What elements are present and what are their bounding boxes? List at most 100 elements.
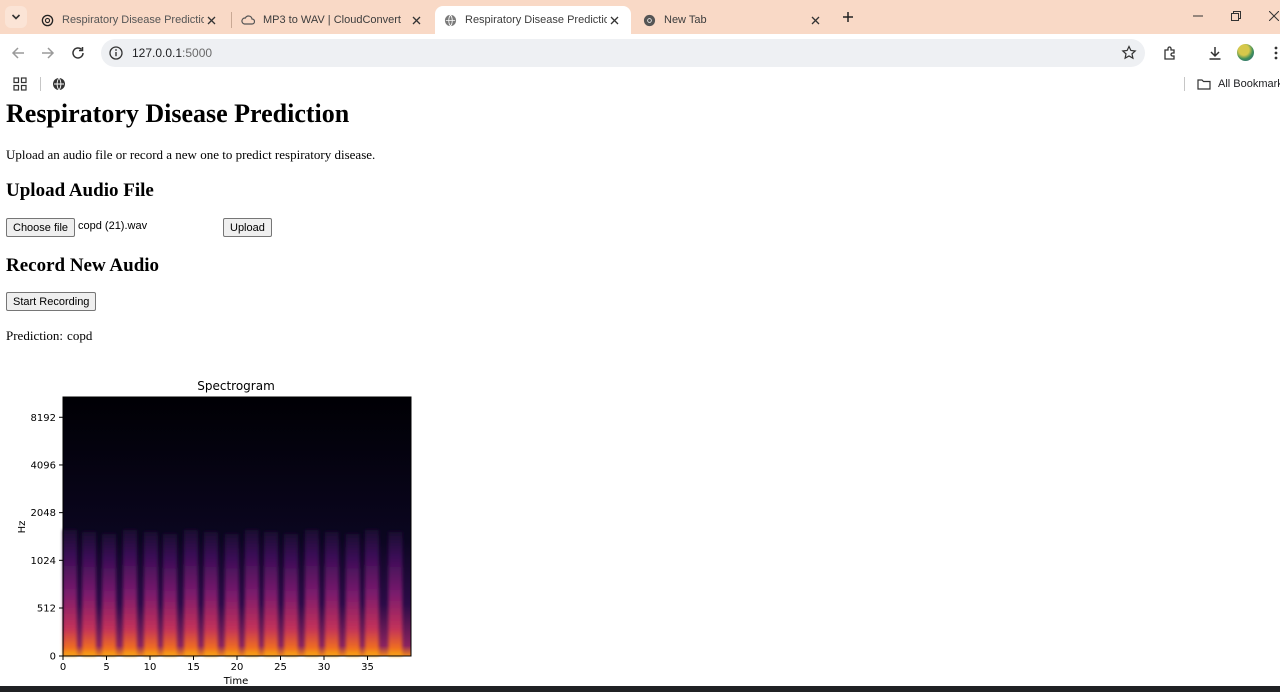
x-tick-label: 10 bbox=[144, 662, 157, 673]
y-tick-label: 512 bbox=[37, 604, 56, 615]
prediction-label: Prediction: bbox=[6, 328, 64, 343]
bookmarks-divider bbox=[1184, 77, 1185, 91]
arrow-left-icon bbox=[11, 47, 24, 59]
taskbar-edge bbox=[0, 686, 1280, 692]
browser-toolbar: 127.0.0.1:5000 bbox=[0, 34, 1280, 72]
close-icon[interactable] bbox=[808, 13, 822, 27]
upload-button[interactable]: Upload bbox=[223, 218, 272, 237]
site-info-icon[interactable] bbox=[109, 46, 123, 60]
bookmark-star-icon[interactable] bbox=[1121, 45, 1137, 61]
tab-title: Respiratory Disease Prediction bbox=[465, 14, 607, 26]
x-axis-label: Time bbox=[223, 676, 248, 686]
close-window-button[interactable] bbox=[1264, 6, 1280, 26]
more-vertical-icon bbox=[1274, 46, 1278, 60]
chrome-icon bbox=[642, 13, 656, 27]
tab-cloudconvert[interactable]: MP3 to WAV | CloudConvert bbox=[233, 6, 433, 34]
burst-mark bbox=[345, 533, 360, 656]
start-recording-button[interactable]: Start Recording bbox=[6, 292, 97, 311]
chart-title: Spectrogram bbox=[197, 379, 275, 393]
restore-icon bbox=[1231, 11, 1241, 21]
url-port: :5000 bbox=[182, 46, 213, 60]
burst-mark bbox=[304, 529, 319, 656]
address-bar[interactable]: 127.0.0.1:5000 bbox=[101, 39, 1145, 67]
tab-title: Respiratory Disease Prediction I bbox=[62, 14, 204, 26]
tab-respiratory-active[interactable]: Respiratory Disease Prediction bbox=[435, 6, 631, 34]
close-icon[interactable] bbox=[204, 13, 218, 27]
burst-mark bbox=[283, 533, 298, 656]
url-host: 127.0.0.1 bbox=[132, 46, 183, 60]
tab-new-tab[interactable]: New Tab bbox=[634, 6, 832, 34]
burst-mark bbox=[224, 533, 239, 656]
spectrogram-image: Spectrogram 0 512 1024 2048 4096 8192 0 5 10 15 2… bbox=[10, 376, 420, 686]
arrow-right-icon bbox=[42, 47, 55, 59]
y-tick-label: 2048 bbox=[31, 508, 56, 519]
minimize-icon bbox=[1193, 15, 1203, 17]
forward-button[interactable] bbox=[38, 43, 58, 63]
cloud-icon bbox=[241, 13, 255, 27]
y-tick-label: 1024 bbox=[31, 556, 56, 567]
chevron-down-icon bbox=[11, 14, 21, 20]
page-intro: Upload an audio file or record a new one… bbox=[6, 147, 376, 162]
x-tick-label: 25 bbox=[274, 662, 287, 673]
downloads-button[interactable] bbox=[1205, 43, 1225, 63]
all-bookmarks-button[interactable]: All Bookmarks bbox=[1197, 76, 1280, 92]
burst-mark bbox=[63, 529, 77, 656]
burst-mark bbox=[183, 529, 198, 656]
burst-mark bbox=[244, 529, 259, 656]
y-tick-label: 8192 bbox=[31, 413, 56, 424]
reload-button[interactable] bbox=[68, 43, 88, 63]
burst-mark bbox=[102, 533, 117, 656]
profile-avatar[interactable] bbox=[1237, 44, 1254, 61]
plot-area bbox=[62, 396, 412, 657]
page-content: Respiratory Disease Prediction Upload an… bbox=[0, 96, 1280, 686]
selected-file-name: copd (21).wav bbox=[78, 220, 148, 232]
burst-mark bbox=[263, 531, 278, 656]
x-tick-label: 15 bbox=[187, 662, 200, 673]
x-tick-label: 30 bbox=[318, 662, 331, 673]
back-button[interactable] bbox=[8, 43, 28, 63]
burst-mark bbox=[143, 531, 158, 656]
download-icon bbox=[1209, 47, 1221, 60]
burst-mark bbox=[82, 531, 97, 656]
extensions-button[interactable] bbox=[1160, 43, 1180, 63]
plus-icon bbox=[843, 12, 853, 22]
x-tick-label: 35 bbox=[361, 662, 374, 673]
reload-icon bbox=[72, 47, 84, 59]
close-icon[interactable] bbox=[607, 13, 621, 27]
burst-mark bbox=[203, 531, 218, 656]
tab-title: MP3 to WAV | CloudConvert bbox=[263, 14, 401, 26]
globe-icon bbox=[443, 13, 457, 27]
choose-file-button[interactable]: Choose file bbox=[6, 218, 76, 237]
minimize-button[interactable] bbox=[1188, 6, 1208, 26]
bookmarks-divider bbox=[40, 77, 41, 91]
puzzle-icon bbox=[1164, 46, 1175, 60]
prediction-value: copd bbox=[67, 328, 93, 343]
y-tick-label: 4096 bbox=[31, 460, 56, 471]
page-title: Respiratory Disease Prediction bbox=[6, 99, 350, 128]
tab-divider bbox=[231, 12, 232, 28]
upload-heading: Upload Audio File bbox=[6, 180, 154, 201]
openai-icon bbox=[40, 13, 54, 27]
all-bookmarks-label: All Bookmarks bbox=[1218, 78, 1280, 90]
burst-mark bbox=[163, 533, 178, 656]
burst-mark bbox=[364, 529, 379, 656]
prediction-result: Prediction: copd bbox=[6, 328, 92, 344]
bookmarks-bar: All Bookmarks bbox=[0, 72, 1280, 96]
close-icon bbox=[1269, 11, 1279, 21]
y-axis-label: Hz bbox=[17, 521, 28, 534]
burst-mark bbox=[324, 531, 339, 656]
close-icon[interactable] bbox=[409, 13, 423, 27]
new-tab-button[interactable] bbox=[838, 7, 858, 27]
restore-button[interactable] bbox=[1226, 6, 1246, 26]
x-tick-label: 20 bbox=[231, 662, 244, 673]
x-tick-label: 5 bbox=[103, 662, 109, 673]
tab-respiratory-1[interactable]: Respiratory Disease Prediction I bbox=[32, 6, 228, 34]
x-tick-label: 0 bbox=[60, 662, 66, 673]
burst-mark bbox=[122, 529, 137, 656]
tab-search-button[interactable] bbox=[5, 6, 27, 28]
url-text[interactable]: 127.0.0.1:5000 bbox=[132, 45, 212, 61]
globe-icon[interactable] bbox=[52, 77, 66, 91]
spectrogram-chart: Spectrogram 0 512 1024 2048 4096 8192 0 5 10 15 2… bbox=[17, 379, 412, 686]
apps-grid-icon[interactable] bbox=[13, 77, 27, 91]
menu-button[interactable] bbox=[1266, 43, 1280, 63]
